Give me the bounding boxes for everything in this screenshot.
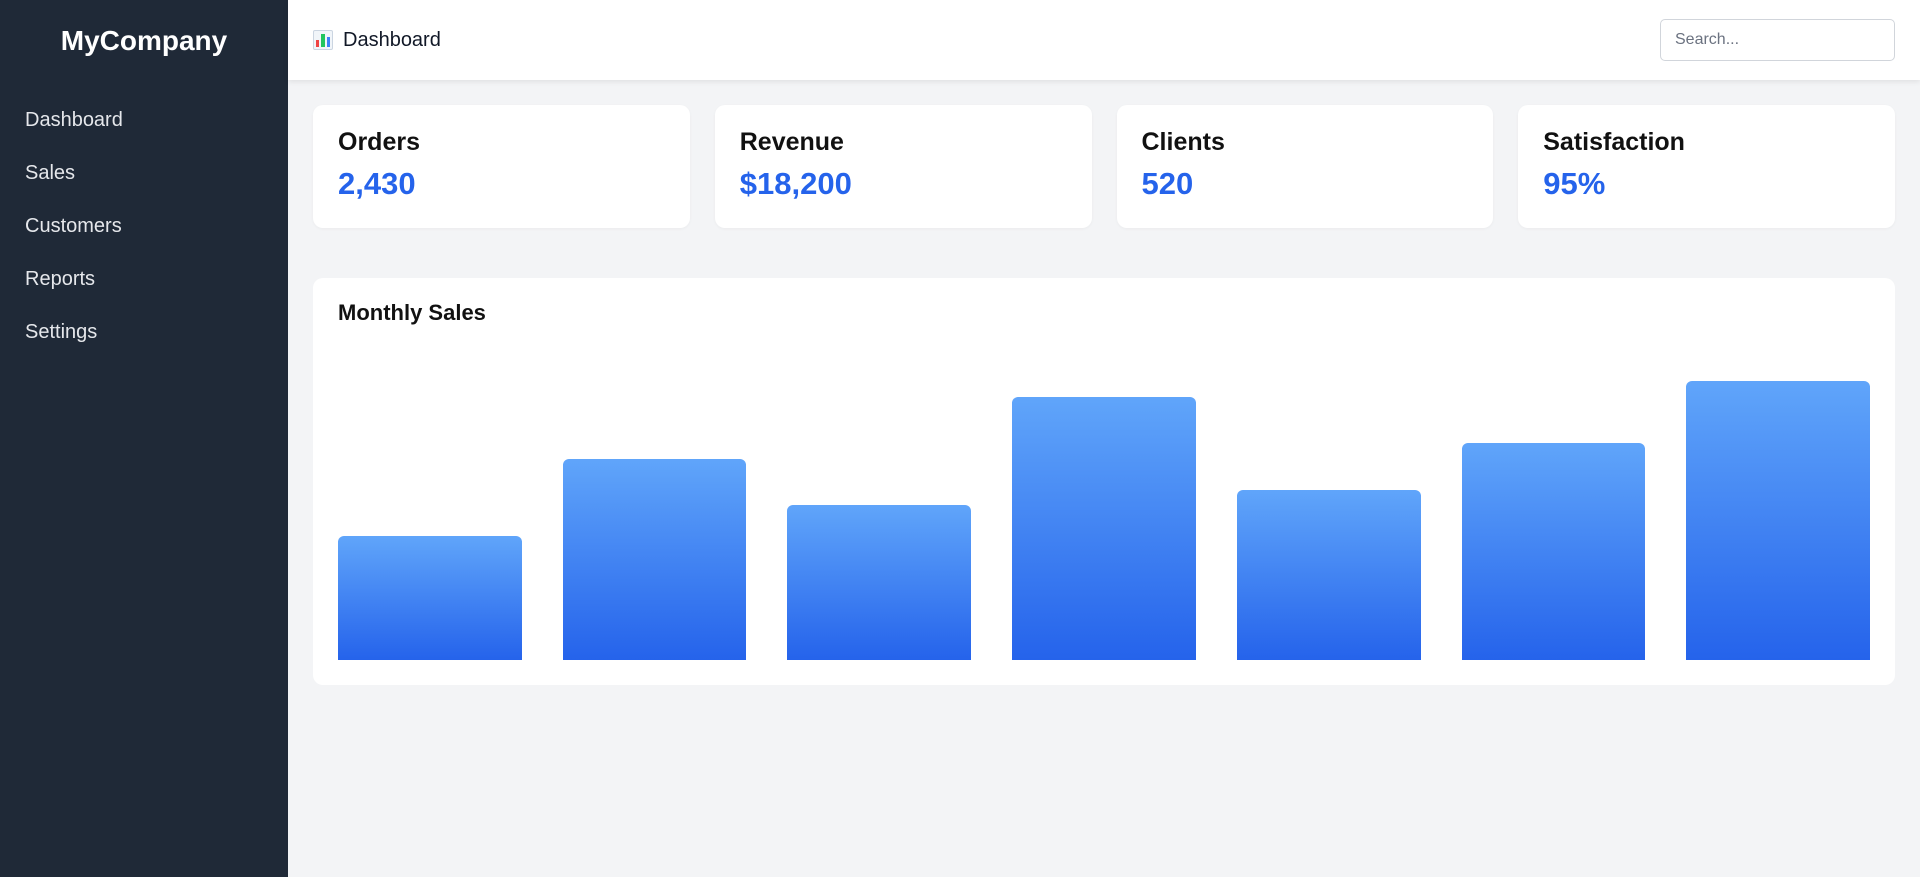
chart-bar-2 [562, 458, 747, 660]
stat-value: 520 [1141, 166, 1194, 201]
bar-chart [338, 350, 1870, 660]
stat-card-clients: Clients 520 [1116, 105, 1494, 228]
chart-bar-5 [1236, 489, 1421, 660]
page-title: Dashboard [343, 28, 441, 51]
sidebar-item-customers[interactable]: Customers [0, 200, 288, 253]
search-input[interactable] [1660, 19, 1895, 61]
chart-title: Monthly Sales [338, 300, 486, 325]
stat-value: 2,430 [338, 166, 416, 201]
chart-bar-3 [787, 505, 972, 660]
stat-value: $18,200 [739, 166, 852, 201]
sidebar-nav: Dashboard Sales Customers Reports Settin… [0, 94, 288, 359]
page-heading: Dashboard [313, 29, 441, 52]
stat-card-revenue: Revenue $18,200 [714, 105, 1092, 228]
sidebar-item-sales[interactable]: Sales [0, 147, 288, 200]
stat-card-orders: Orders 2,430 [313, 105, 690, 228]
stat-label: Revenue [739, 128, 844, 156]
stat-value: 95% [1543, 166, 1606, 201]
bar-chart-icon [313, 30, 333, 50]
chart-bar-4 [1012, 396, 1196, 660]
monthly-sales-chart-card: Monthly Sales [313, 278, 1895, 685]
stats-row: Orders 2,430 Revenue $18,200 Clients 520… [313, 105, 1895, 228]
stat-label: Orders [338, 128, 420, 156]
chart-bar-6 [1461, 443, 1646, 660]
chart-bar-1 [338, 536, 522, 660]
sidebar: MyCompany Dashboard Sales Customers Repo… [0, 0, 288, 877]
stat-card-satisfaction: Satisfaction 95% [1518, 105, 1895, 228]
sidebar-item-settings[interactable]: Settings [0, 306, 288, 359]
sidebar-item-reports[interactable]: Reports [0, 253, 288, 306]
sidebar-item-dashboard[interactable]: Dashboard [0, 94, 288, 147]
brand-logo[interactable]: MyCompany [0, 0, 288, 82]
stat-label: Satisfaction [1543, 128, 1685, 156]
top-bar: Dashboard [288, 0, 1920, 80]
chart-bar-7 [1686, 381, 1870, 660]
stat-label: Clients [1141, 128, 1225, 156]
main-content: Orders 2,430 Revenue $18,200 Clients 520… [313, 105, 1895, 685]
